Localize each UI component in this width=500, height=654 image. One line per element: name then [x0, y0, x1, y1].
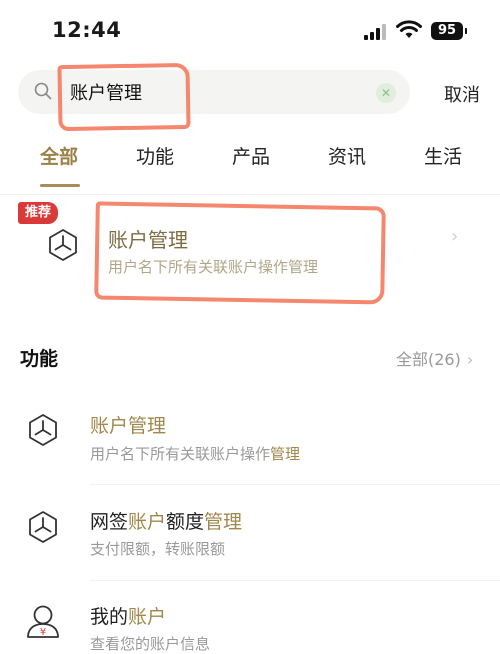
- tab-life[interactable]: 生活: [424, 142, 462, 169]
- subtitle-part: 用户名下所有关联账户操作: [90, 445, 271, 463]
- section-all-link[interactable]: 全部(26) ›: [396, 346, 473, 370]
- svg-text:¥: ¥: [40, 627, 46, 638]
- annotation-mark: [57, 62, 191, 132]
- status-time: 12:44: [52, 18, 122, 42]
- hexagon-cube-icon: [49, 229, 77, 261]
- tab-all[interactable]: 全部: [40, 142, 78, 169]
- hexagon-cube-icon: [29, 414, 57, 446]
- search-icon: [34, 82, 52, 100]
- user-yuan-icon: ¥: [27, 605, 59, 638]
- function-item-subtitle: 查看您的账户信息: [90, 633, 210, 654]
- title-part: 账户: [128, 606, 167, 628]
- title-part: 额度: [166, 511, 205, 533]
- section-title: 功能: [20, 348, 59, 370]
- clear-search-icon[interactable]: ✕: [376, 83, 396, 103]
- title-part: 网签: [90, 511, 129, 533]
- function-item-title[interactable]: 我的账户: [90, 602, 166, 629]
- title-part: 账户管理: [90, 415, 167, 437]
- function-item-title[interactable]: 账户管理: [90, 411, 166, 438]
- divider: [90, 580, 500, 581]
- signal-icon: [364, 24, 386, 40]
- function-item-subtitle: 用户名下所有关联账户操作管理: [90, 443, 300, 464]
- annotation-mark: [94, 201, 386, 305]
- divider: [0, 194, 500, 195]
- title-part: 管理: [204, 511, 243, 533]
- function-item-subtitle: 支付限额，转账限额: [90, 538, 225, 559]
- subtitle-part: 管理: [270, 445, 301, 463]
- subtitle-part: 支付限额，转账限额: [90, 540, 226, 558]
- chevron-right-icon: ›: [466, 350, 474, 369]
- title-part: 账户: [128, 511, 167, 533]
- status-bar: 12:44 95: [0, 0, 500, 62]
- recommend-badge: 推荐: [18, 202, 58, 224]
- divider: [90, 484, 500, 485]
- wifi-icon: [396, 20, 422, 38]
- cancel-button[interactable]: 取消: [444, 81, 480, 107]
- function-item-title[interactable]: 网签账户额度管理: [90, 507, 242, 534]
- battery-icon: 95: [431, 22, 467, 40]
- title-part: 我的: [90, 606, 129, 628]
- category-tabs: 全部 功能 产品 资讯 生活: [0, 138, 500, 188]
- tab-function[interactable]: 功能: [136, 142, 174, 169]
- section-all-label: 全部(26): [396, 350, 461, 369]
- hexagon-cube-icon: [29, 511, 57, 543]
- subtitle-part: 查看您的账户信息: [90, 635, 211, 653]
- tab-news[interactable]: 资讯: [328, 142, 366, 169]
- chevron-right-icon: ›: [451, 226, 459, 247]
- tab-product[interactable]: 产品: [232, 142, 270, 169]
- active-tab-indicator: [40, 184, 80, 187]
